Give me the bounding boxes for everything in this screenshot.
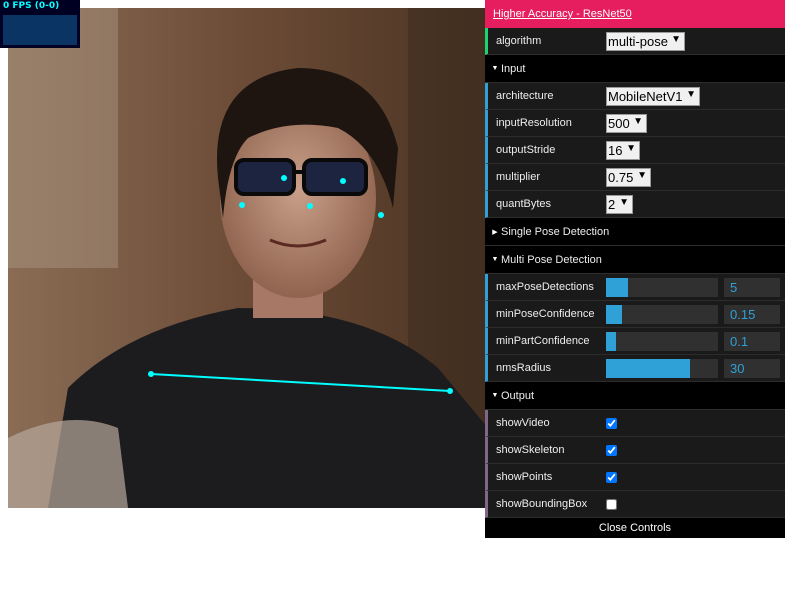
outputStride-row: outputStride 16 ▼ — [485, 137, 785, 164]
nmsRadius-label: nmsRadius — [496, 362, 552, 374]
multiplier-select[interactable]: 0.75 — [606, 167, 651, 187]
showSkeleton-row: showSkeleton — [485, 437, 785, 464]
inputResolution-label: inputResolution — [496, 117, 572, 129]
inputResolution-select[interactable]: 500 — [606, 113, 647, 133]
minPartConfidence-label: minPartConfidence — [496, 335, 590, 347]
folder-multi-pose-label: Multi Pose Detection — [501, 253, 602, 266]
fps-stats-panel[interactable]: 0 FPS (0-0) — [0, 0, 80, 48]
minPartConfidence-slider[interactable] — [606, 331, 718, 351]
architecture-select[interactable]: MobileNetV1 — [606, 86, 700, 106]
minPoseConfidence-slider[interactable] — [606, 304, 718, 324]
quantBytes-select[interactable]: 2 — [606, 194, 633, 214]
minPoseConfidence-row: minPoseConfidence — [485, 301, 785, 328]
maxPoseDetections-row: maxPoseDetections — [485, 274, 785, 301]
algorithm-row: algorithm multi-pose ▼ — [485, 28, 785, 55]
folder-output-label: Output — [501, 389, 535, 402]
keypoint-nose — [307, 203, 313, 209]
minPoseConfidence-input[interactable] — [724, 304, 780, 324]
folder-single-pose[interactable]: ▶ Single Pose Detection — [485, 218, 785, 246]
showBoundingBox-row: showBoundingBox — [485, 491, 785, 518]
nmsRadius-row: nmsRadius — [485, 355, 785, 382]
quantBytes-row: quantBytes 2 ▼ — [485, 191, 785, 218]
slider-fill — [606, 304, 622, 324]
maxPoseDetections-label: maxPoseDetections — [496, 281, 594, 293]
fps-graph — [3, 15, 77, 45]
nmsRadius-input[interactable] — [724, 358, 780, 378]
showPoints-checkbox[interactable] — [606, 471, 617, 483]
showSkeleton-label: showSkeleton — [496, 444, 565, 456]
minPartConfidence-row: minPartConfidence — [485, 328, 785, 355]
triangle-down-icon: ▼ — [491, 256, 499, 263]
slider-fill — [606, 358, 690, 378]
folder-output[interactable]: ▼ Output — [485, 382, 785, 410]
multiplier-row: multiplier 0.75 ▼ — [485, 164, 785, 191]
slider-fill — [606, 277, 629, 297]
folder-multi-pose[interactable]: ▼ Multi Pose Detection — [485, 246, 785, 274]
minPoseConfidence-label: minPoseConfidence — [496, 308, 595, 320]
showVideo-label: showVideo — [496, 417, 550, 429]
triangle-down-icon: ▼ — [491, 392, 499, 399]
architecture-row: architecture MobileNetV1 ▼ — [485, 83, 785, 110]
webcam-frame — [8, 8, 488, 508]
triangle-down-icon: ▼ — [491, 65, 499, 72]
slider-fill — [606, 331, 617, 351]
keypoint-left-shoulder — [148, 371, 154, 377]
model-title-link[interactable]: Higher Accuracy - ResNet50 — [485, 0, 785, 28]
showBoundingBox-label: showBoundingBox — [496, 498, 588, 510]
showPoints-row: showPoints — [485, 464, 785, 491]
maxPoseDetections-input[interactable] — [724, 277, 780, 297]
close-controls-button[interactable]: Close Controls — [485, 518, 785, 538]
architecture-label: architecture — [496, 90, 554, 102]
triangle-right-icon: ▶ — [492, 228, 498, 236]
showPoints-label: showPoints — [496, 471, 553, 483]
controls-panel: Higher Accuracy - ResNet50 algorithm mul… — [485, 0, 785, 538]
outputStride-select[interactable]: 16 — [606, 140, 640, 160]
multiplier-label: multiplier — [496, 171, 541, 183]
nmsRadius-slider[interactable] — [606, 358, 718, 378]
showSkeleton-checkbox[interactable] — [606, 444, 617, 456]
algorithm-select[interactable]: multi-pose — [606, 31, 685, 51]
outputStride-label: outputStride — [496, 144, 556, 156]
pose-canvas — [8, 8, 488, 508]
folder-single-pose-label: Single Pose Detection — [501, 225, 610, 238]
showVideo-row: showVideo — [485, 410, 785, 437]
showVideo-checkbox[interactable] — [606, 417, 617, 429]
keypoint-left-eye — [340, 178, 346, 184]
inputResolution-row: inputResolution 500 ▼ — [485, 110, 785, 137]
keypoint-right-shoulder — [447, 388, 453, 394]
keypoint-left-ear — [378, 212, 384, 218]
maxPoseDetections-slider[interactable] — [606, 277, 718, 297]
keypoint-right-ear — [239, 202, 245, 208]
showBoundingBox-checkbox[interactable] — [606, 498, 617, 510]
minPartConfidence-input[interactable] — [724, 331, 780, 351]
folder-input-label: Input — [501, 62, 526, 75]
quantBytes-label: quantBytes — [496, 198, 552, 210]
algorithm-label: algorithm — [496, 35, 542, 47]
keypoint-right-eye — [281, 175, 287, 181]
folder-input[interactable]: ▼ Input — [485, 55, 785, 83]
fps-text: 0 FPS (0-0) — [3, 1, 60, 11]
